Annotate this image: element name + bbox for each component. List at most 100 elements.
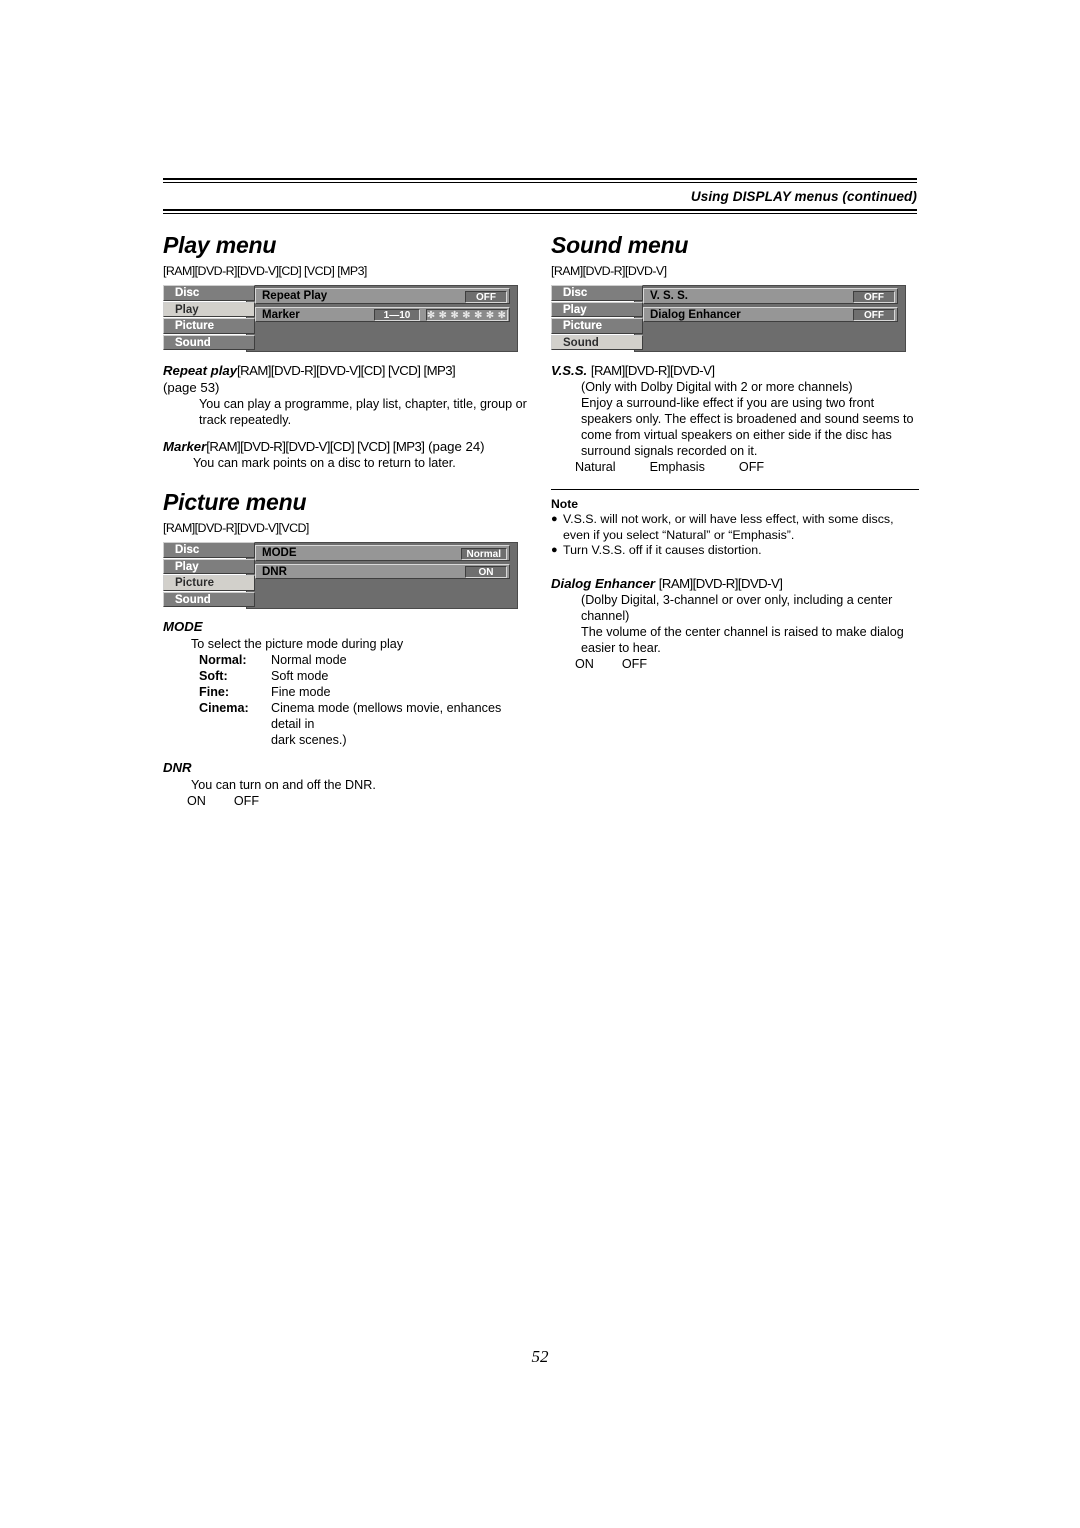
note-label: Note xyxy=(551,497,579,511)
mode-option-term: Normal: xyxy=(199,653,247,667)
entry-page-ref: (page 24) xyxy=(428,439,485,454)
entry-tags: [RAM][DVD-R][DVD-V][CD] [VCD] [MP3] xyxy=(206,439,425,454)
right-column: Sound menu [RAM][DVD-R][DVD-V] Disc Play… xyxy=(551,232,919,682)
osd-row-marker[interactable]: Marker 1—10 ✻ ✻ ✻ ✻ ✻ ✻ ✻ ✻ ✻ ✻ xyxy=(255,306,510,322)
dnr-option-on: ON xyxy=(187,794,206,808)
play-menu-disc-tags: [RAM][DVD-R][DVD-V][CD] [VCD] [MP3] xyxy=(163,264,367,278)
mode-option-list: Normal: Normal mode Soft: Soft mode Fine… xyxy=(163,652,531,748)
entry-lead: Marker xyxy=(163,439,207,454)
note-item-text: Turn V.S.S. off if it causes distortion. xyxy=(563,543,762,557)
dialog-enhancer-body-line1: (Dolby Digital, 3-channel or over only, … xyxy=(581,592,893,623)
picture-menu-title: Picture menu xyxy=(163,489,307,515)
vss-option-emphasis: Emphasis xyxy=(649,460,705,474)
header-rule-bottom xyxy=(163,209,917,214)
osd-value-vss[interactable]: OFF xyxy=(853,290,895,303)
osd-tab-play[interactable]: Play xyxy=(163,558,255,574)
entry-tags: [RAM][DVD-R][DVD-V] xyxy=(658,575,783,591)
osd-row-dnr[interactable]: DNR ON xyxy=(255,563,510,579)
dialog-enhancer-options: ON OFF xyxy=(551,656,919,672)
osd-tab-list: Disc Play Picture Sound xyxy=(163,542,255,608)
dialog-enhancer-body-line2: The volume of the center channel is rais… xyxy=(581,624,904,655)
osd-value-mode[interactable]: Normal xyxy=(460,547,507,560)
header-rule-top xyxy=(163,178,917,183)
bullet-icon: ● xyxy=(551,512,558,525)
osd-row-label: DNR xyxy=(262,565,287,578)
entry-repeat-play: Repeat play[RAM][DVD-R][DVD-V][CD] [VCD]… xyxy=(163,362,531,428)
vss-body-line2: Enjoy a surround-like effect if you are … xyxy=(581,396,914,458)
play-menu-osd-mockup: Disc Play Picture Sound Repeat Play OFF … xyxy=(163,285,518,352)
osd-tab-play[interactable]: Play xyxy=(551,301,643,317)
entry-tags: [RAM][DVD-R][DVD-V] xyxy=(590,363,715,378)
mode-option-term: Fine: xyxy=(199,685,230,699)
note-item-text: V.S.S. will not work, or will have less … xyxy=(563,512,894,542)
entry-dialog-enhancer: Dialog Enhancer [RAM][DVD-R][DVD-V] (Dol… xyxy=(551,575,919,672)
entry-vss: V.S.S. [RAM][DVD-R][DVD-V] (Only with Do… xyxy=(551,362,919,475)
mode-intro: To select the picture mode during play xyxy=(191,637,404,651)
mode-option-term: Soft: xyxy=(199,669,228,683)
osd-tab-picture[interactable]: Picture xyxy=(163,318,255,334)
sound-menu-disc-tags: [RAM][DVD-R][DVD-V] xyxy=(551,264,667,278)
entry-page-ref: (page 53) xyxy=(163,380,220,395)
play-menu-title: Play menu xyxy=(163,232,277,258)
mode-option-term: Cinema: xyxy=(199,701,249,715)
osd-row-list: Repeat Play OFF Marker 1—10 ✻ ✻ ✻ ✻ ✻ ✻ … xyxy=(255,288,510,325)
vss-options: Natural Emphasis OFF xyxy=(551,459,919,475)
osd-value-marker-range[interactable]: 1—10 xyxy=(374,309,420,321)
bullet-icon: ● xyxy=(551,543,558,556)
osd-tab-disc[interactable]: Disc xyxy=(551,285,643,301)
dnr-intro: You can turn on and off the DNR. xyxy=(191,778,376,792)
mode-option-desc: Normal mode xyxy=(271,653,347,667)
osd-value-dialog-enhancer[interactable]: OFF xyxy=(853,309,895,321)
sound-menu-osd-mockup: Disc Play Picture Sound V. S. S. OFF Dia… xyxy=(551,285,906,352)
sound-menu-title: Sound menu xyxy=(551,232,689,258)
dialog-enhancer-option-off: OFF xyxy=(621,656,648,671)
osd-tab-play[interactable]: Play xyxy=(163,301,255,317)
osd-tab-list: Disc Play Picture Sound xyxy=(551,285,643,351)
picture-menu-osd-mockup: Disc Play Picture Sound MODE Normal DNR … xyxy=(163,542,518,609)
entry-marker: Marker[RAM][DVD-R][DVD-V][CD] [VCD] [MP3… xyxy=(163,438,531,471)
left-column: Play menu [RAM][DVD-R][DVD-V][CD] [VCD] … xyxy=(163,232,531,809)
mode-option-cinema: Cinema: Cinema mode (mellows movie, enha… xyxy=(199,700,531,748)
osd-tab-picture[interactable]: Picture xyxy=(163,575,255,591)
mode-option-desc-line2: dark scenes.) xyxy=(271,733,347,747)
osd-value-repeat-play[interactable]: OFF xyxy=(465,290,507,303)
mode-option-normal: Normal: Normal mode xyxy=(199,652,531,668)
osd-tab-disc[interactable]: Disc xyxy=(163,285,255,301)
osd-row-dialog-enhancer[interactable]: Dialog Enhancer OFF xyxy=(643,306,898,322)
mode-option-desc: Soft mode xyxy=(271,669,329,683)
entry-heading: Marker[RAM][DVD-R][DVD-V][CD] [VCD] [MP3… xyxy=(163,438,531,455)
dnr-heading: DNR xyxy=(163,760,192,775)
vss-option-off: OFF xyxy=(738,460,765,474)
entry-lead: Repeat play xyxy=(163,363,238,378)
osd-tab-sound[interactable]: Sound xyxy=(163,591,255,607)
mode-option-desc: Fine mode xyxy=(271,685,331,699)
header-title: Using DISPLAY menus (continued) xyxy=(690,189,917,204)
dnr-options: ON OFF xyxy=(163,793,531,809)
entry-lead: Dialog Enhancer xyxy=(551,575,656,591)
page-number: 52 xyxy=(531,1347,549,1366)
osd-row-label: Marker xyxy=(262,308,300,321)
dnr-option-off: OFF xyxy=(233,794,260,808)
mode-option-fine: Fine: Fine mode xyxy=(199,684,531,700)
entry-heading: Dialog Enhancer [RAM][DVD-R][DVD-V] xyxy=(551,575,919,592)
osd-row-label: Dialog Enhancer xyxy=(650,308,741,321)
note-block: Note ● V.S.S. will not work, or will hav… xyxy=(551,489,919,559)
osd-row-mode[interactable]: MODE Normal xyxy=(255,545,510,561)
osd-marker-stars[interactable]: ✻ ✻ ✻ ✻ ✻ ✻ ✻ ✻ ✻ ✻ xyxy=(426,309,508,321)
running-header: Using DISPLAY menus (continued) xyxy=(163,178,917,214)
entry-heading: Repeat play[RAM][DVD-R][DVD-V][CD] [VCD]… xyxy=(163,362,531,396)
osd-tab-disc[interactable]: Disc xyxy=(163,542,255,558)
note-divider xyxy=(551,489,919,490)
osd-row-vss[interactable]: V. S. S. OFF xyxy=(643,288,898,304)
osd-row-repeat-play[interactable]: Repeat Play OFF xyxy=(255,288,510,304)
picture-menu-disc-tags: [RAM][DVD-R][DVD-V][VCD] xyxy=(163,521,309,535)
osd-tab-sound[interactable]: Sound xyxy=(551,334,643,350)
entry-body: You can play a programme, play list, cha… xyxy=(199,397,527,427)
entry-lead: V.S.S. xyxy=(551,363,588,378)
osd-tab-sound[interactable]: Sound xyxy=(163,334,255,350)
osd-value-dnr[interactable]: ON xyxy=(465,566,507,578)
mode-option-desc: Cinema mode (mellows movie, enhances det… xyxy=(271,700,531,748)
osd-tab-picture[interactable]: Picture xyxy=(551,318,643,334)
osd-tab-list: Disc Play Picture Sound xyxy=(163,285,255,351)
dialog-enhancer-option-on: ON xyxy=(575,656,594,671)
